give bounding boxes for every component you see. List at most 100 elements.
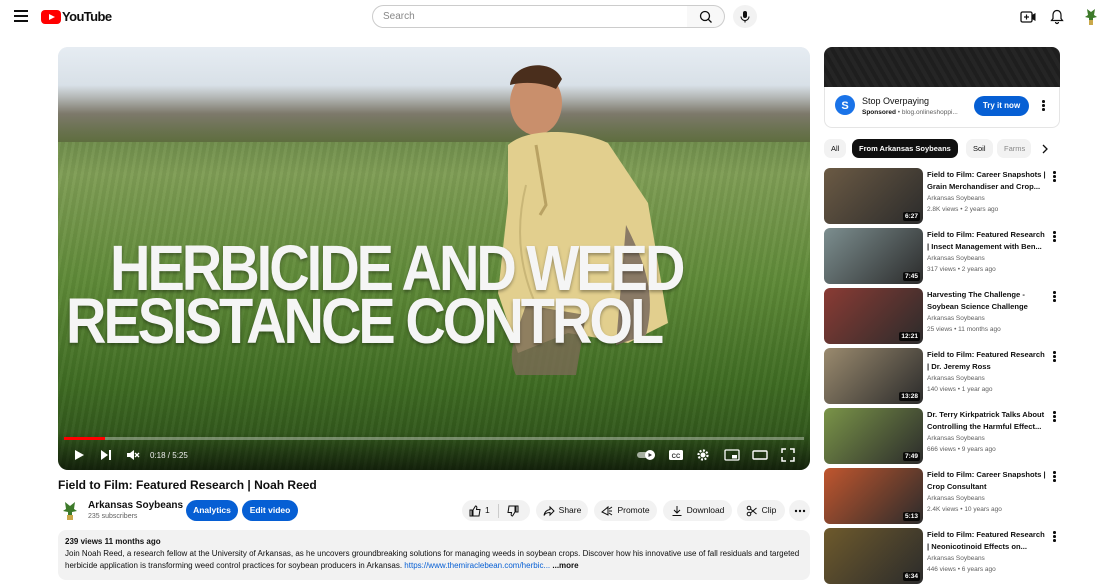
recommendation-meta: 25 views • 11 months ago — [927, 326, 1001, 333]
recommendation-meta: 2.4K views • 10 years ago — [927, 506, 1002, 513]
recommendation-thumbnail[interactable]: 13:28 — [824, 348, 923, 404]
ad-title[interactable]: Stop Overpaying — [862, 96, 929, 106]
thumbs-up-icon[interactable] — [469, 505, 481, 517]
fullscreen-icon[interactable] — [781, 448, 795, 462]
chip-soil[interactable]: Soil — [966, 139, 993, 158]
recommendation-thumbnail[interactable]: 6:27 — [824, 168, 923, 224]
progress-bar[interactable] — [64, 437, 804, 440]
more-vert-icon[interactable] — [1053, 171, 1056, 182]
recommendation-title[interactable]: Field to Film: Featured Research | Insec… — [927, 229, 1047, 252]
duration-badge: 7:45 — [903, 272, 920, 281]
promote-button[interactable]: Promote — [594, 500, 657, 521]
mute-icon[interactable] — [126, 448, 140, 462]
channel-name[interactable]: Arkansas Soybeans — [88, 500, 183, 511]
time-display: 0:18 / 5:25 — [150, 451, 188, 460]
description-body: Join Noah Reed, a research fellow at the… — [65, 548, 803, 572]
recommendation-thumbnail[interactable]: 12:21 — [824, 288, 923, 344]
video-overlay-title-line2: RESISTANCE CONTROL — [66, 283, 661, 358]
duration-badge: 13:28 — [899, 392, 920, 401]
clip-button[interactable]: Clip — [737, 500, 785, 521]
settings-gear-icon[interactable] — [696, 448, 710, 462]
chip-farms[interactable]: Farms — [997, 139, 1031, 158]
recommendation-item[interactable]: 12:21Harvesting The Challenge - Soybean … — [824, 288, 1060, 346]
svg-text:CC: CC — [672, 454, 681, 460]
recommendation-title[interactable]: Field to Film: Career Snapshots | Crop C… — [927, 469, 1047, 492]
search-button[interactable] — [687, 5, 725, 28]
recommendation-title[interactable]: Dr. Terry Kirkpatrick Talks About Contro… — [927, 409, 1047, 432]
download-icon — [671, 505, 683, 517]
recommendation-title[interactable]: Field to Film: Featured Research | Neoni… — [927, 529, 1047, 552]
recommendation-item[interactable]: 5:13Field to Film: Career Snapshots | Cr… — [824, 468, 1060, 526]
menu-icon[interactable] — [14, 10, 28, 22]
recommendation-thumbnail[interactable]: 7:45 — [824, 228, 923, 284]
recommendation-channel[interactable]: Arkansas Soybeans — [927, 555, 985, 562]
download-button[interactable]: Download — [663, 500, 732, 521]
recommendation-item[interactable]: 6:34 Field to Film: Featured Research | N… — [824, 528, 1060, 586]
recommendation-item[interactable]: 7:45 Field to Film: Featured Research | I… — [824, 228, 1060, 286]
chevron-right-icon[interactable] — [1040, 143, 1050, 155]
account-avatar[interactable] — [1081, 7, 1101, 27]
channel-avatar[interactable] — [62, 499, 78, 521]
next-icon[interactable] — [99, 448, 113, 462]
download-label: Download — [687, 500, 725, 521]
more-vert-icon[interactable] — [1053, 531, 1056, 542]
recommendation-channel[interactable]: Arkansas Soybeans — [927, 195, 985, 202]
analytics-button[interactable]: Analytics — [186, 500, 238, 521]
ad-cta-button[interactable]: Try it now — [974, 96, 1029, 116]
chip-all[interactable]: All — [824, 139, 846, 158]
ad-menu-icon[interactable] — [1042, 100, 1045, 111]
description-box[interactable]: 239 views 11 months ago Join Noah Reed, … — [58, 530, 810, 580]
play-icon[interactable] — [72, 448, 86, 462]
recommendation-item[interactable]: 13:28 Field to Film: Featured Research | … — [824, 348, 1060, 406]
share-button[interactable]: Share — [536, 500, 588, 521]
more-vert-icon[interactable] — [1053, 411, 1056, 422]
duration-badge: 6:34 — [903, 572, 920, 581]
recommendation-title[interactable]: Harvesting The Challenge - Soybean Scien… — [927, 289, 1047, 312]
recommendation-title[interactable]: Field to Film: Featured Research | Dr. J… — [927, 349, 1047, 372]
video-player[interactable]: HERBICIDE AND WEED RESISTANCE CONTROL 0:… — [58, 47, 810, 470]
recommendation-channel[interactable]: Arkansas Soybeans — [927, 495, 985, 502]
duration-badge: 6:27 — [903, 212, 920, 221]
recommendation-thumbnail[interactable]: 6:34 — [824, 528, 923, 584]
notifications-bell-icon[interactable] — [1047, 7, 1067, 27]
search-input[interactable]: Search — [372, 5, 688, 28]
recommendation-channel[interactable]: Arkansas Soybeans — [927, 255, 985, 262]
description-meta: 239 views 11 months ago — [65, 536, 803, 548]
captions-icon[interactable]: CC — [668, 448, 684, 462]
more-actions-button[interactable] — [789, 500, 810, 521]
thumbs-down-icon[interactable] — [507, 505, 519, 517]
recommendation-item[interactable]: 7:49 Dr. Terry Kirkpatrick Talks About Co… — [824, 408, 1060, 466]
more-vert-icon[interactable] — [1053, 471, 1056, 482]
like-dislike-group: 1 — [462, 500, 530, 521]
progress-fill — [64, 437, 105, 440]
chip-from-arkansas-soybeans[interactable]: From Arkansas Soybeans — [852, 139, 958, 158]
more-vert-icon[interactable] — [1053, 231, 1056, 242]
share-icon — [543, 505, 555, 517]
more-vert-icon[interactable] — [1053, 351, 1056, 362]
duration-badge: 7:49 — [903, 452, 920, 461]
more-vert-icon[interactable] — [1053, 291, 1056, 302]
recommendation-meta: 317 views • 2 years ago — [927, 266, 996, 273]
promote-icon — [601, 505, 613, 517]
create-video-icon[interactable] — [1018, 7, 1038, 27]
miniplayer-icon[interactable] — [724, 448, 740, 462]
edit-video-button[interactable]: Edit video — [242, 500, 298, 521]
autoplay-toggle[interactable] — [636, 448, 658, 462]
recommendation-channel[interactable]: Arkansas Soybeans — [927, 375, 985, 382]
recommendation-channel[interactable]: Arkansas Soybeans — [927, 435, 985, 442]
recommendation-thumbnail[interactable]: 5:13 — [824, 468, 923, 524]
recommendation-meta: 666 views • 9 years ago — [927, 446, 996, 453]
recommendation-channel[interactable]: Arkansas Soybeans — [927, 315, 985, 322]
description-more[interactable]: ...more — [552, 561, 578, 570]
ad-sponsored-label: Sponsored — [862, 109, 896, 116]
voice-search-button[interactable] — [733, 5, 757, 28]
ad-banner-image[interactable] — [824, 47, 1060, 87]
search-icon — [687, 6, 725, 27]
youtube-logo[interactable]: YouTube — [41, 9, 111, 24]
recommendation-item[interactable]: 6:27 Field to Film: Career Snapshots | Gr… — [824, 168, 1060, 226]
recommendation-title[interactable]: Field to Film: Career Snapshots | Grain … — [927, 169, 1047, 192]
recommendation-thumbnail[interactable]: 7:49 — [824, 408, 923, 464]
theater-mode-icon[interactable] — [752, 448, 768, 462]
description-link[interactable]: https://www.themiraclebean.com/herbic... — [404, 561, 550, 570]
ad-subtitle: Sponsored • blog.onlineshoppi... — [862, 109, 958, 116]
